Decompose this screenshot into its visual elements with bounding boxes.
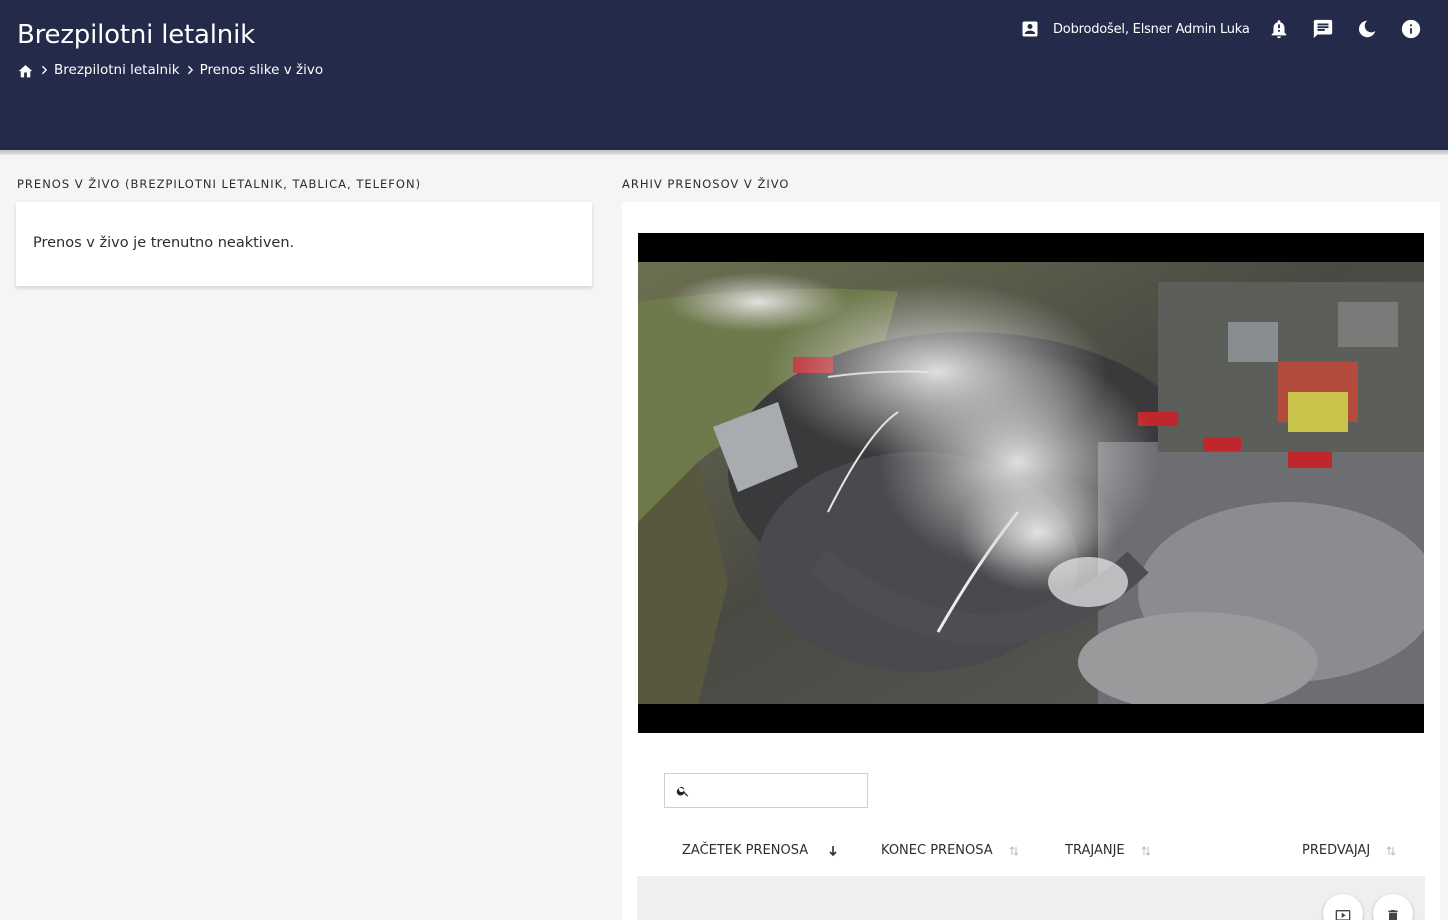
search-icon xyxy=(676,784,690,798)
breadcrumb: Brezpilotni letalnik Prenos slike v živo xyxy=(17,62,323,78)
archive-search xyxy=(664,773,868,808)
archive-section-title: ARHIV PRENOSOV V ŽIVO xyxy=(622,177,790,191)
sort-neutral-icon xyxy=(1009,845,1019,857)
column-header-duration[interactable]: TRAJANJE xyxy=(1065,843,1151,858)
sort-neutral-icon xyxy=(1386,845,1396,857)
column-header-end[interactable]: KONEC PRENOSA xyxy=(881,843,1019,858)
column-header-start[interactable]: ZAČETEK PRENOSA xyxy=(682,843,838,858)
home-icon[interactable] xyxy=(17,63,34,78)
table-row xyxy=(637,876,1425,920)
archive-card: ZAČETEK PRENOSA KONEC PRENOSA TRAJANJE P… xyxy=(622,202,1440,920)
column-label-play: PREDVAJAJ xyxy=(1302,843,1371,858)
header-toolbar: Dobrodošel, Elsner Admin Luka xyxy=(998,15,1448,43)
account-box-icon xyxy=(1020,19,1040,39)
breadcrumb-item-live-stream: Prenos slike v živo xyxy=(199,62,324,78)
column-label-start: ZAČETEK PRENOSA xyxy=(682,843,809,858)
breadcrumb-item-drone[interactable]: Brezpilotni letalnik xyxy=(54,62,180,78)
column-label-end: KONEC PRENOSA xyxy=(881,843,993,858)
page-title: Brezpilotni letalnik xyxy=(17,20,255,50)
sort-desc-icon xyxy=(828,845,838,857)
bell-alert-icon[interactable] xyxy=(1267,17,1291,41)
sort-neutral-icon xyxy=(1141,845,1151,857)
video-frame-aerial-fire xyxy=(638,262,1424,704)
user-greeting: Dobrodošel, Elsner Admin Luka xyxy=(1053,21,1250,37)
search-input[interactable] xyxy=(697,778,863,803)
user-menu[interactable]: Dobrodošel, Elsner Admin Luka xyxy=(1020,15,1250,43)
column-label-duration: TRAJANJE xyxy=(1065,843,1125,858)
chevron-right-icon xyxy=(186,65,195,75)
column-header-play[interactable]: PREDVAJAJ xyxy=(1302,843,1396,858)
header-divider xyxy=(0,150,1448,155)
video-player[interactable] xyxy=(638,233,1424,733)
live-stream-section-title: PRENOS V ŽIVO (BREZPILOTNI LETALNIK, TAB… xyxy=(17,177,422,191)
dark-mode-icon[interactable] xyxy=(1355,17,1379,41)
live-stream-card: Prenos v živo je trenutno neaktiven. xyxy=(16,202,592,286)
app-header: Brezpilotni letalnik Brezpilotni letalni… xyxy=(0,0,1448,150)
message-icon[interactable] xyxy=(1311,17,1335,41)
live-stream-status: Prenos v živo je trenutno neaktiven. xyxy=(33,235,295,251)
chevron-right-icon xyxy=(40,65,49,75)
info-icon[interactable] xyxy=(1399,17,1423,41)
